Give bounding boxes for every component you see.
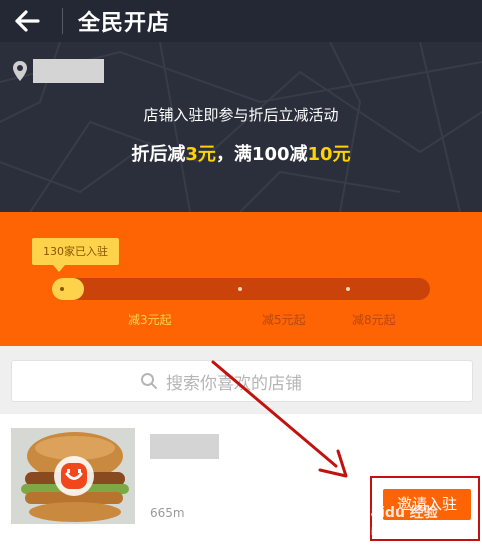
address-redacted[interactable] — [33, 59, 104, 83]
joined-count-badge: 130家已入驻 — [32, 238, 119, 265]
level-label: 减5元起 — [262, 313, 306, 327]
level-label: 减8元起 — [352, 313, 396, 327]
arrow-left-icon — [15, 10, 40, 32]
shop-name-redacted — [150, 434, 219, 459]
promo-amount: 10元 — [307, 144, 351, 165]
search-box[interactable]: 搜索你喜欢的店铺 — [11, 360, 473, 402]
progress-milestone-dot — [346, 287, 350, 291]
smile-logo-icon — [54, 456, 94, 496]
back-button[interactable] — [12, 6, 42, 36]
search-icon — [141, 373, 157, 389]
promo-banner: 店铺入驻即参与折后立减活动 折后减3元，满100减10元 — [0, 42, 482, 212]
top-bar: 全民开店 — [0, 0, 482, 42]
promo-text: ，满100减 — [215, 144, 308, 165]
search-input[interactable]: 搜索你喜欢的店铺 — [166, 369, 302, 394]
divider — [62, 8, 63, 34]
watermark-url: jingyan.baidu.com — [368, 527, 461, 538]
badge-pointer — [53, 265, 65, 272]
shop-thumbnail[interactable] — [11, 428, 135, 524]
progress-fill — [52, 278, 84, 300]
promo-text-line1: 店铺入驻即参与折后立减活动 — [143, 106, 339, 124]
watermark: Baidu 经验 — [360, 505, 438, 521]
promo-text-line2: 折后减3元，满100减10元 — [0, 140, 482, 166]
progress-knob-dot — [60, 287, 64, 291]
location-pin-icon — [13, 61, 27, 81]
shop-distance: 665m — [150, 506, 185, 520]
progress-section: 130家已入驻 减3元起 减5元起 减8元起 — [0, 212, 482, 346]
promo-text: 折后减 — [131, 144, 186, 165]
progress-milestone-dot — [238, 287, 242, 291]
page-title: 全民开店 — [78, 11, 171, 36]
level-label: 减3元起 — [128, 313, 172, 327]
promo-amount: 3元 — [185, 144, 216, 165]
